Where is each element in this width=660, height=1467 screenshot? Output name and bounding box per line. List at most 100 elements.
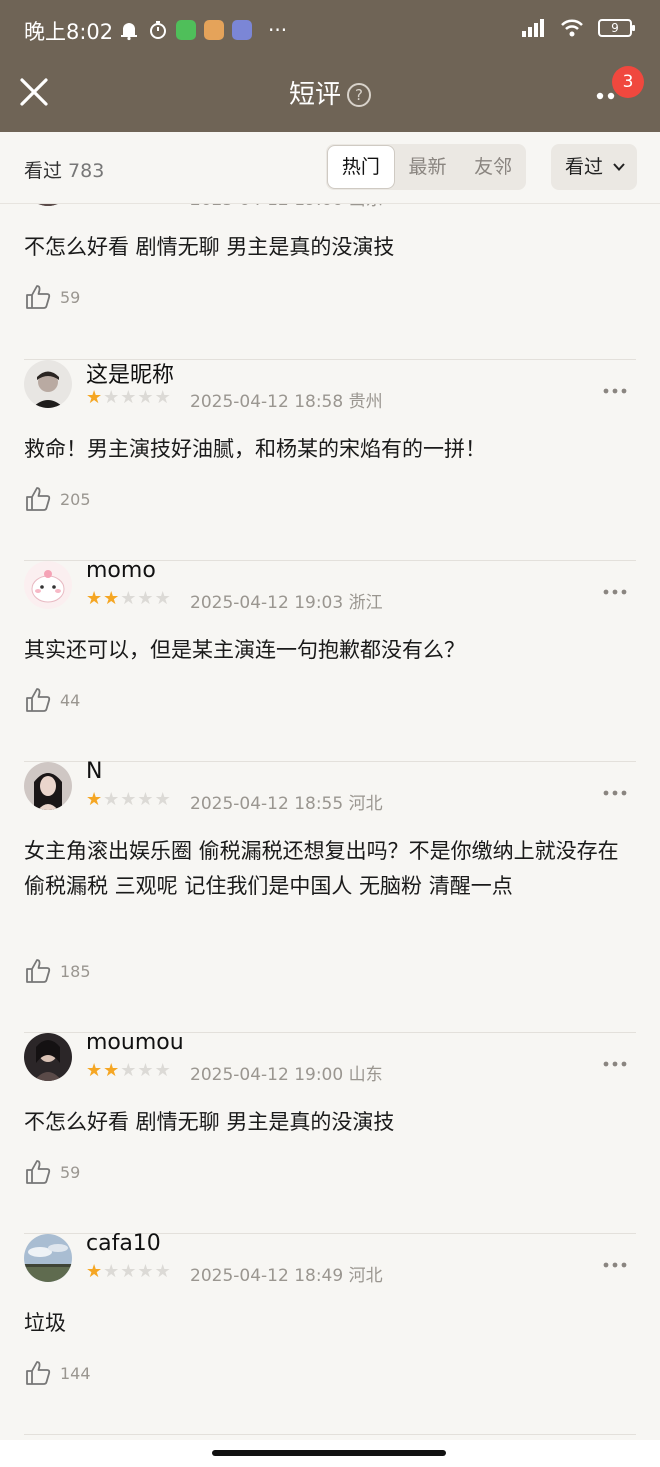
star-empty-icon: ★ [120,1261,137,1282]
app-orange-icon [204,20,224,40]
like-button[interactable]: 44 [24,686,80,714]
tab-latest[interactable]: 最新 [395,144,461,190]
review-date: 2025-04-12 18:55 [190,794,344,814]
review-item[interactable]: N ★ ★ ★ ★ ★ 2025-04-12 18:55 河北 女主角滚出娱乐圈 偷税漏税还想… [24,759,636,1033]
username[interactable]: N [86,759,102,784]
avatar[interactable] [24,360,72,408]
star-empty-icon: ★ [137,588,154,609]
avatar[interactable] [24,1234,72,1282]
review-item[interactable]: cafa10 ★ ★ ★ ★ ★ 2025-04-12 18:49 河北 垃圾 144 [24,1231,636,1435]
star-filled-icon: ★ [103,588,120,609]
star-filled-icon: ★ [86,387,103,408]
seen-count: 看过 783 [24,156,104,183]
top-bar: 晚上8:02 ··· 9 短评? 3 [0,0,660,132]
review-item[interactable]: moumou★★★★★2025-04-12 19:00 山东不怎么好看 剧情无聊… [24,204,636,360]
page-title: 短评 [288,80,341,110]
like-count: 59 [60,1162,81,1182]
star-empty-icon: ★ [154,387,171,408]
star-empty-icon: ★ [137,1261,154,1282]
review-meta: 2025-04-12 19:00 山东 [190,204,383,210]
thumbs-up-icon[interactable] [24,686,52,714]
star-empty-icon: ★ [120,1060,137,1081]
rating-stars: ★★★★★ [86,1263,171,1281]
avatar[interactable] [24,1033,72,1081]
seen-count-label: 看过 [24,160,63,182]
star-empty-icon: ★ [120,387,137,408]
review-date: 2025-04-12 19:00 [190,1065,344,1085]
like-button[interactable]: 185 [24,957,91,985]
like-button[interactable]: 205 [24,485,91,513]
thumbs-up-icon[interactable] [24,957,52,985]
thumbs-up-icon[interactable] [24,1359,52,1387]
star-empty-icon: ★ [137,789,154,810]
status-app-icons: ··· [118,18,287,42]
review-region: 浙江 [348,593,383,613]
star-filled-icon: ★ [103,204,119,205]
avatar[interactable] [24,762,72,810]
wechat-icon [176,20,196,40]
star-filled-icon: ★ [103,1060,120,1081]
home-indicator[interactable] [212,1450,446,1456]
star-filled-icon: ★ [86,204,102,205]
thumbs-up-icon[interactable] [24,1158,52,1186]
like-button[interactable]: 59 [24,283,80,311]
like-count: 205 [60,489,91,509]
thumbs-up-icon[interactable] [24,283,52,311]
rating-stars: ★★★★★ [86,1062,171,1080]
status-right: 9 [522,18,635,38]
review-date: 2025-04-12 18:58 [190,392,344,412]
like-button[interactable]: 144 [24,1359,91,1387]
review-more-icon[interactable] [602,782,628,796]
avatar[interactable] [24,561,72,609]
tab-friends[interactable]: 友邻 [460,144,526,190]
sort-tabs: 热门 最新 友邻 [326,144,526,190]
star-empty-icon: ★ [120,588,137,609]
like-button[interactable]: 59 [24,1158,80,1186]
review-more-icon[interactable] [602,581,628,595]
star-empty-icon: ★ [154,789,171,810]
review-meta: 2025-04-12 18:55 河北 [190,789,383,814]
status-bar: 晚上8:02 ··· 9 [0,0,660,58]
like-count: 185 [60,961,91,981]
status-time: 晚上8:02 [24,20,114,44]
username[interactable]: moumou [86,1030,184,1055]
notification-bell-icon [121,23,137,41]
tab-hot[interactable]: 热门 [327,145,395,189]
star-empty-icon: ★ [155,204,171,205]
like-count: 44 [60,690,81,710]
review-more-icon[interactable] [602,1053,628,1067]
review-text: 不怎么好看 剧情无聊 男主是真的没演技 [24,1110,395,1134]
avatar[interactable] [24,204,72,206]
notification-badge[interactable]: 3 [612,66,644,98]
review-item[interactable]: 这是昵称 ★ ★ ★ ★ ★ 2025-04-12 18:58 贵州 救命！男主演技好油腻，和… [24,360,636,561]
review-meta: 2025-04-12 18:49 河北 [190,1261,383,1286]
username[interactable]: cafa10 [86,1231,161,1256]
review-region: 河北 [348,1266,383,1286]
star-filled-icon: ★ [86,1261,103,1282]
thumbs-up-icon[interactable] [24,485,52,513]
chevron-down-icon [613,163,625,171]
seen-count-value: 783 [68,160,105,182]
seen-dropdown[interactable]: 看过 [551,144,637,190]
like-count: 144 [60,1363,91,1383]
review-region: 河北 [348,794,383,814]
like-count: 59 [60,287,81,307]
status-overflow: ··· [268,18,288,42]
review-meta: 2025-04-12 18:58 贵州 [190,387,383,412]
star-empty-icon: ★ [120,789,137,810]
review-item[interactable]: momo ★ ★ ★ ★ ★ 2025-04-12 19:03 浙江 其实还可以，但是某主演连… [24,558,636,762]
page-title-wrap: 短评? [0,74,660,111]
review-item[interactable]: moumou★★★★★2025-04-12 19:00 山东不怎么好看 剧情无聊… [24,1030,636,1234]
review-more-icon[interactable] [602,380,628,394]
star-empty-icon: ★ [137,1060,154,1081]
help-icon[interactable]: ? [347,83,371,107]
username[interactable]: 这是昵称 [86,357,174,389]
star-empty-icon: ★ [154,1060,171,1081]
signal-icon [522,19,544,37]
username[interactable]: momo [86,558,156,583]
review-list[interactable]: moumou★★★★★2025-04-12 19:00 山东不怎么好看 剧情无聊… [0,204,660,1440]
star-empty-icon: ★ [137,204,153,205]
star-empty-icon: ★ [154,1261,171,1282]
review-region: 山东 [349,204,383,210]
review-more-icon[interactable] [602,1254,628,1268]
